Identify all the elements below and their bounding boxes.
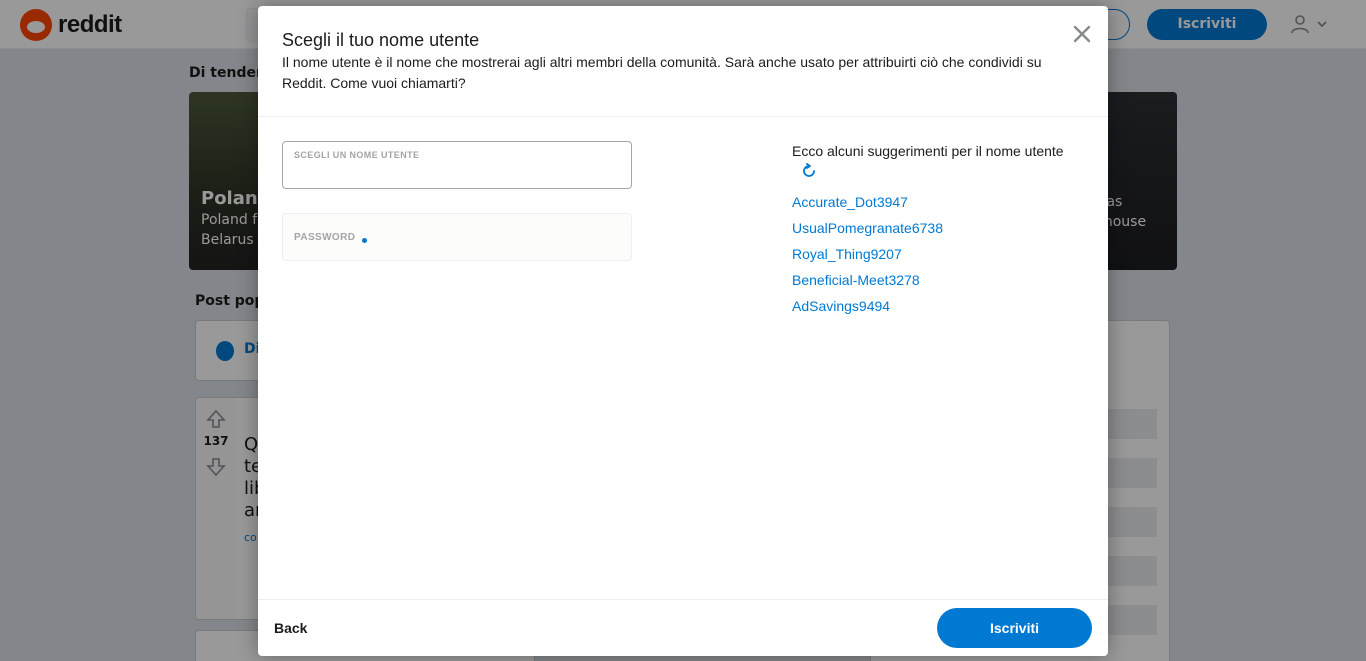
username-input[interactable]: [294, 162, 614, 184]
password-input[interactable]: [294, 228, 614, 250]
suggestion-item[interactable]: AdSavings9494: [792, 296, 943, 322]
dialog-description: Il nome utente è il nome che mostrerai a…: [282, 54, 1042, 91]
choose-username-dialog: Scegli il tuo nome utente Il nome utente…: [258, 6, 1108, 656]
password-field[interactable]: PASSWORD: [282, 213, 632, 261]
suggestion-item[interactable]: Beneficial-Meet3278: [792, 270, 943, 296]
refresh-icon[interactable]: [801, 163, 817, 179]
close-icon[interactable]: [1068, 20, 1096, 48]
back-button[interactable]: Back: [274, 620, 307, 636]
suggestion-item[interactable]: Royal_Thing9207: [792, 244, 943, 270]
dialog-footer: Back Iscriviti: [258, 599, 1108, 656]
suggestions-title: Ecco alcuni suggerimenti per il nome ute…: [792, 143, 1064, 159]
signup-submit-button[interactable]: Iscriviti: [937, 608, 1092, 648]
username-field-label: SCEGLI UN NOME UTENTE: [294, 150, 420, 160]
suggestion-item[interactable]: UsualPomegranate6738: [792, 218, 943, 244]
username-suggestions: Accurate_Dot3947 UsualPomegranate6738 Ro…: [792, 192, 943, 322]
username-field[interactable]: SCEGLI UN NOME UTENTE: [282, 141, 632, 189]
dialog-title: Scegli il tuo nome utente: [282, 30, 480, 50]
dialog-header: Scegli il tuo nome utente Il nome utente…: [258, 6, 1108, 117]
suggestion-item[interactable]: Accurate_Dot3947: [792, 192, 943, 218]
